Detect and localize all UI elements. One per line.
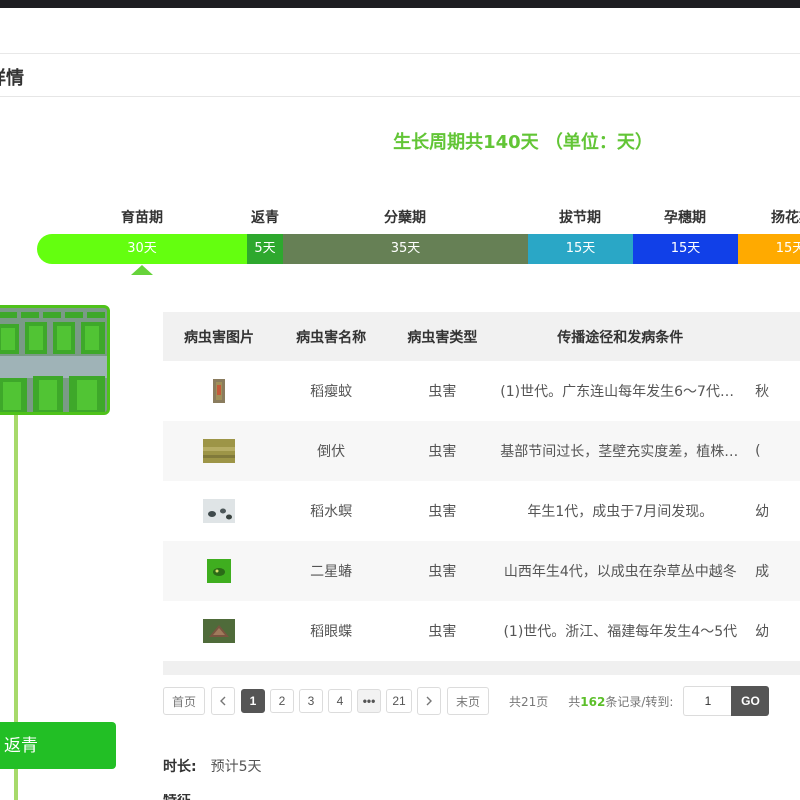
last-page-button[interactable]: 末页: [447, 687, 489, 715]
duration-value: 预计5天: [210, 759, 262, 775]
page-ellipsis-button[interactable]: •••: [357, 689, 381, 713]
table-row[interactable]: 稻瘿蚊 虫害 (1)世代。广东连山每年发生6～7代，广州7～8代 秋: [163, 361, 800, 421]
pest-type: 虫害: [428, 564, 457, 580]
pest-extra: 幼: [755, 504, 770, 520]
go-button[interactable]: GO: [731, 686, 770, 716]
column-header-route: 传播途径和发病条件: [557, 329, 684, 346]
total-pages: 共21页: [509, 694, 549, 709]
stage-segment-greening[interactable]: 5天: [247, 234, 283, 264]
stage-label-tillering: 分蘖期: [384, 210, 426, 226]
page-button-21[interactable]: 21: [386, 689, 412, 713]
pest-name: 二星蝽: [310, 564, 353, 580]
records-count: 162: [580, 694, 606, 709]
pest-name: 稻眼蝶: [310, 624, 353, 640]
stage-segment-booting[interactable]: 15天: [633, 234, 738, 264]
prev-page-button[interactable]: [211, 687, 235, 715]
pest-extra: (: [755, 443, 761, 459]
stage-label-jointing: 拔节期: [559, 210, 601, 226]
duration-label: 时长:: [163, 759, 197, 775]
stage-label-seedling: 育苗期: [121, 210, 163, 226]
pest-extra: 幼: [755, 624, 770, 640]
pest-name: 稻水螟: [310, 504, 353, 520]
pest-image-cell: [163, 361, 275, 421]
pest-route: (1)世代。广东连山每年发生6～7代，广州7～8代: [500, 384, 740, 400]
pest-name: 倒伏: [317, 444, 346, 460]
column-header-name: 病虫害名称: [296, 329, 367, 346]
pest-image-cell: [163, 421, 275, 481]
column-header-image: 病虫害图片: [184, 329, 255, 346]
top-spacer: [0, 8, 800, 53]
column-header-type: 病虫害类型: [407, 329, 478, 346]
stage-button-greening[interactable]: 返青: [0, 722, 116, 769]
table-header: 病虫害图片 病虫害名称 病虫害类型 传播途径和发病条件: [163, 312, 800, 361]
feature-field-label: 特征: [163, 794, 193, 800]
pest-route: 基部节间过长，茎壁充实度差，植株过高: [500, 444, 741, 460]
stage-segment-tillering[interactable]: 35天: [283, 234, 528, 264]
stage-label-booting: 孕穗期: [664, 210, 706, 226]
page-button-2[interactable]: 2: [270, 689, 294, 713]
pest-type: 虫害: [428, 384, 457, 400]
first-page-button[interactable]: 首页: [163, 687, 205, 715]
pest-route: 年生1代，成虫于7月间发现。: [527, 504, 714, 520]
stage-photo: [0, 305, 110, 415]
stage-segment-jointing[interactable]: 15天: [528, 234, 633, 264]
stage-label-flowering: 扬花期: [771, 210, 800, 226]
pest-extra: 秋: [755, 384, 770, 400]
stage-label-greening: 返青: [251, 210, 279, 226]
growth-stage-timeline: 育苗期 返青 分蘖期 拔节期 孕穗期 扬花期 30天 5天 35天 15天 15…: [37, 205, 800, 265]
pest-image-cell: [163, 601, 275, 661]
pest-type: 虫害: [428, 624, 457, 640]
pest-thumbnail-icon[interactable]: [203, 499, 236, 523]
pest-image-cell: [163, 481, 275, 541]
stage-duration-bar: 30天 5天 35天 15天 15天 15天: [37, 234, 800, 264]
page-header: 详情: [0, 53, 800, 97]
pest-thumbnail-icon[interactable]: [203, 619, 236, 643]
column-header-more: [743, 312, 800, 361]
pest-thumbnail-icon[interactable]: [203, 439, 236, 463]
page-button-4[interactable]: 4: [328, 689, 352, 713]
pest-route: 山西年生4代，以成虫在杂草丛中越冬: [503, 564, 737, 580]
top-bar: [0, 0, 800, 8]
pest-name: 稻瘿蚊: [310, 384, 353, 400]
pest-route: (1)世代。浙江、福建每年发生4～5代: [503, 624, 738, 640]
pest-type: 虫害: [428, 504, 457, 520]
table-scrollbar[interactable]: [163, 661, 800, 675]
chevron-right-icon: [426, 696, 432, 706]
pagination: 首页 1 2 3 4 ••• 21 末页 共21页 共162条记录/转到: GO: [163, 686, 770, 716]
table-row[interactable]: 二星蝽 虫害 山西年生4代，以成虫在杂草丛中越冬 成: [163, 541, 800, 601]
records-info: 共162条记录/转到:: [568, 694, 674, 709]
pest-extra: 成: [755, 564, 770, 580]
pest-table: 病虫害图片 病虫害名称 病虫害类型 传播途径和发病条件 稻瘿蚊 虫害 (1)世代…: [163, 312, 800, 675]
goto-page-input[interactable]: [683, 686, 732, 716]
table-row[interactable]: 稻眼蝶 虫害 (1)世代。浙江、福建每年发生4～5代 幼: [163, 601, 800, 661]
pest-thumbnail-icon[interactable]: [203, 559, 235, 583]
next-page-button[interactable]: [417, 687, 441, 715]
pest-image-cell: [163, 541, 275, 601]
stage-segment-seedling[interactable]: 30天: [37, 234, 247, 264]
table-row[interactable]: 稻水螟 虫害 年生1代，成虫于7月间发现。 幼: [163, 481, 800, 541]
pest-type: 虫害: [428, 444, 457, 460]
page-button-1[interactable]: 1: [241, 689, 265, 713]
selected-stage-pointer-icon: [131, 265, 153, 275]
table-row[interactable]: 倒伏 虫害 基部节间过长，茎壁充实度差，植株过高 (: [163, 421, 800, 481]
duration-field: 时长: 预计5天: [163, 756, 262, 776]
page-title: 详情: [0, 68, 24, 89]
chevron-left-icon: [220, 696, 226, 706]
growth-cycle-title: 生长周期共140天 （单位：天）: [393, 132, 653, 153]
page-button-3[interactable]: 3: [299, 689, 323, 713]
stage-segment-flowering[interactable]: 15天: [738, 234, 800, 264]
pest-thumbnail-icon[interactable]: [203, 379, 235, 403]
